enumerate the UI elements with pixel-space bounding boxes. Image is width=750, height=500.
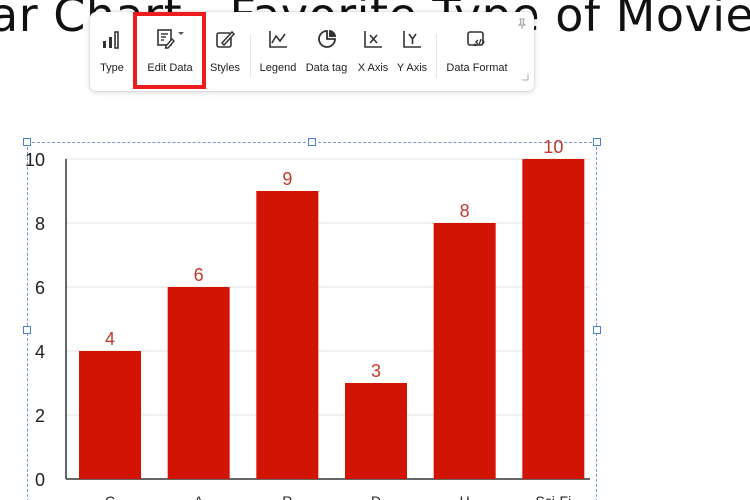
toolbar-separator <box>436 34 437 78</box>
chart-editor-canvas: ar Chart - Favorite Type of Movie 024681… <box>0 0 750 500</box>
x-category-label: D <box>371 493 381 500</box>
x-axis-button-label: X Axis <box>357 62 389 74</box>
bar <box>79 351 141 479</box>
type-button[interactable]: Type <box>98 22 126 84</box>
bar-chart-icon <box>101 22 123 50</box>
pin-icon[interactable] <box>516 17 528 35</box>
x-axis-icon <box>362 22 384 50</box>
type-button-label: Type <box>100 62 124 74</box>
y-tick-label: 0 <box>35 470 45 490</box>
edit-data-button-label: Edit Data <box>147 62 193 74</box>
y-tick-label: 2 <box>35 406 45 426</box>
bar <box>256 191 319 479</box>
data-tag-button[interactable]: Data tag <box>304 22 349 84</box>
legend-button-label: Legend <box>259 62 297 74</box>
data-tag-icon <box>316 22 338 50</box>
y-axis-button-label: Y Axis <box>396 62 428 74</box>
y-tick-label: 6 <box>35 278 45 298</box>
chart-toolbar: Type Edit Data Styles Legend Data tag X … <box>90 12 534 91</box>
toolbar-separator <box>250 34 251 78</box>
x-category-label: R <box>282 493 292 500</box>
bar <box>167 287 230 479</box>
data-label: 3 <box>371 361 381 381</box>
x-category-label: H <box>460 493 470 500</box>
edit-data-icon <box>150 22 190 50</box>
data-format-icon <box>466 22 488 50</box>
x-category-label: C <box>105 493 115 500</box>
styles-button-label: Styles <box>210 62 240 74</box>
resize-grip-icon[interactable] <box>521 68 529 86</box>
bar <box>345 383 407 479</box>
x-category-label: A <box>194 493 204 500</box>
legend-button[interactable]: Legend <box>257 22 299 84</box>
x-category-label: Sci-Fi <box>535 493 571 500</box>
data-format-button[interactable]: Data Format <box>444 22 510 84</box>
data-label: 10 <box>543 137 563 157</box>
legend-icon <box>267 22 289 50</box>
styles-brush-icon <box>214 22 236 50</box>
bar <box>522 159 585 479</box>
data-label: 9 <box>282 169 292 189</box>
y-tick-label: 8 <box>35 214 45 234</box>
data-label: 6 <box>194 265 204 285</box>
y-tick-label: 4 <box>35 342 45 362</box>
data-format-button-label: Data Format <box>446 62 508 74</box>
data-tag-button-label: Data tag <box>305 62 348 74</box>
x-axis-button[interactable]: X Axis <box>356 22 390 84</box>
edit-data-button[interactable]: Edit Data <box>145 22 195 84</box>
data-label: 4 <box>105 329 115 349</box>
y-tick-label: 10 <box>25 150 45 170</box>
bar <box>433 223 496 479</box>
y-axis-icon <box>401 22 423 50</box>
y-axis-button[interactable]: Y Axis <box>396 22 428 84</box>
data-label: 8 <box>460 201 470 221</box>
styles-button[interactable]: Styles <box>208 22 242 84</box>
